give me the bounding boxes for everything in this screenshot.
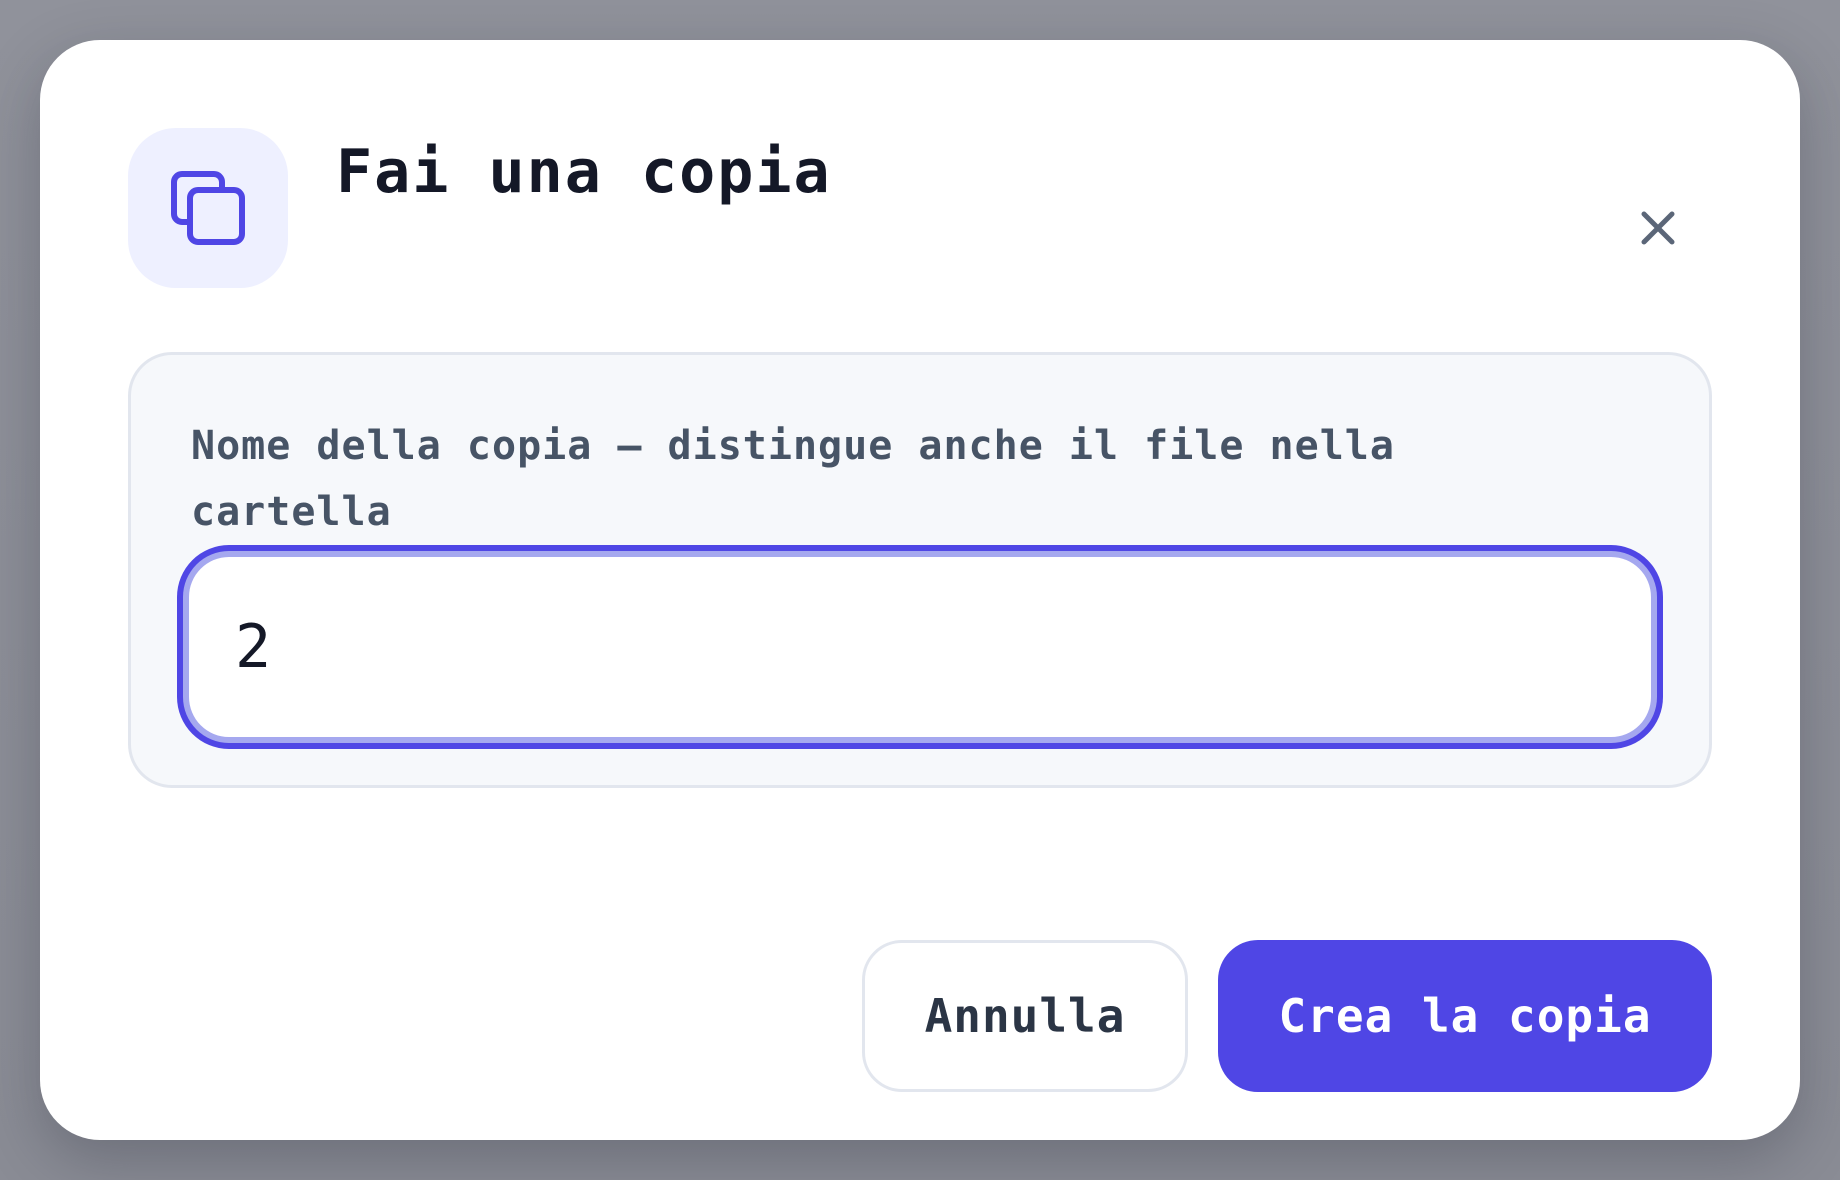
close-button[interactable] — [1628, 198, 1688, 258]
create-copy-button[interactable]: Crea la copia — [1218, 940, 1712, 1092]
copy-icon-tile — [128, 128, 288, 288]
close-icon — [1641, 211, 1675, 245]
copy-icon — [171, 171, 245, 245]
copy-name-input-focus-border — [177, 545, 1663, 749]
copy-name-label: Nome della copia — distingue anche il fi… — [191, 423, 1395, 535]
copy-dialog: Fai una copia Nome della copia — disting… — [40, 40, 1800, 1140]
cancel-button[interactable]: Annulla — [862, 940, 1188, 1092]
dialog-title: Fai una copia — [336, 137, 832, 207]
copy-name-input-focus-ring — [183, 551, 1657, 743]
name-field-card: Nome della copia — distingue anche il fi… — [128, 352, 1712, 788]
copy-name-input[interactable] — [189, 557, 1651, 737]
